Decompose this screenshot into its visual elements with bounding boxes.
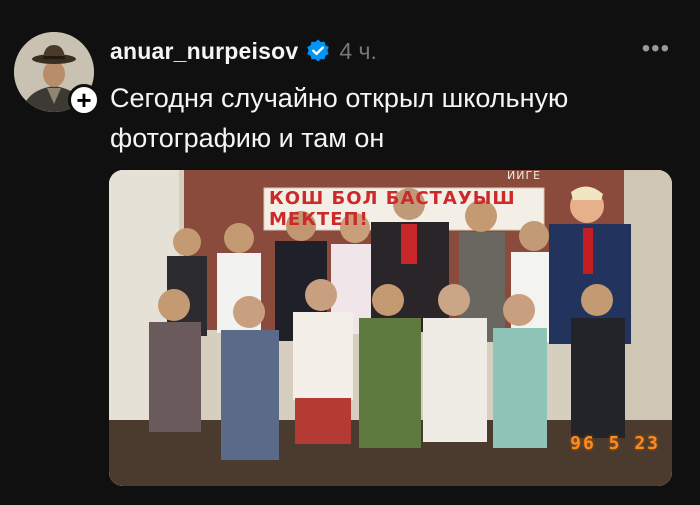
post: + anuar_nurpeisov 4 ч. ••• Сегодня случа…	[0, 0, 700, 505]
verified-badge-icon	[305, 38, 331, 64]
photo-date-stamp: 96 5 23	[570, 433, 660, 454]
avatar-container: +	[14, 32, 100, 116]
post-header: anuar_nurpeisov 4 ч.	[110, 34, 377, 68]
post-photo[interactable]: КОШ БОЛ БАСТАУЫШ МЕКТЕП! ЙИГЕ 96 5 23	[109, 170, 672, 486]
photo-wall-text: ЙИГЕ	[507, 170, 542, 182]
plus-icon: +	[76, 85, 92, 115]
more-horizontal-icon[interactable]: •••	[642, 37, 670, 61]
username[interactable]: anuar_nurpeisov	[110, 38, 298, 65]
post-caption: Сегодня случайно открыл школьную фотогра…	[110, 83, 569, 153]
follow-button[interactable]: +	[68, 84, 100, 116]
post-time[interactable]: 4 ч.	[339, 38, 377, 65]
photo-banner-text: КОШ БОЛ БАСТАУЫШ МЕКТЕП!	[269, 188, 516, 230]
